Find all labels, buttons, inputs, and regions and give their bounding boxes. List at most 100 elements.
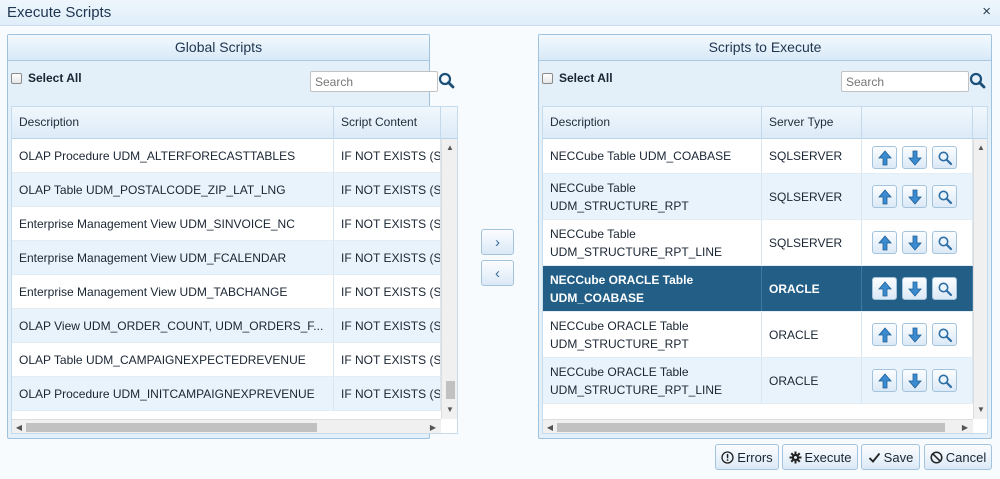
row-server-type: SQLSERVER [762, 174, 862, 219]
row-description: OLAP View UDM_ORDER_COUNT, UDM_ORDERS_F.… [12, 309, 334, 342]
scroll-up-icon[interactable]: ▲ [975, 143, 987, 152]
scroll-thumb[interactable] [26, 423, 317, 432]
scroll-down-icon[interactable]: ▼ [444, 405, 456, 414]
global-horizontal-scrollbar[interactable]: ◀ ▶ [12, 419, 441, 433]
execute-horizontal-scrollbar[interactable]: ◀ ▶ [543, 419, 973, 433]
view-script-button[interactable] [932, 277, 957, 300]
move-up-button[interactable] [872, 146, 897, 169]
table-row[interactable]: Enterprise Management View UDM_TABCHANGE… [12, 275, 441, 309]
row-script-content: IF NOT EXISTS (S [334, 207, 441, 240]
arrow-up-icon [877, 188, 892, 204]
execute-select-all[interactable]: Select All [542, 71, 613, 85]
magnifier-icon [938, 190, 952, 204]
row-server-type: ORACLE [762, 358, 862, 403]
move-down-button[interactable] [902, 146, 927, 169]
view-script-button[interactable] [932, 323, 957, 346]
cancel-button[interactable]: Cancel [924, 444, 992, 470]
arrow-down-icon [907, 327, 922, 343]
table-row[interactable]: NECCube Table UDM_STRUCTURE_RPT SQLSERVE… [543, 174, 973, 220]
table-row[interactable]: OLAP Procedure UDM_ALTERFORECASTTABLES I… [12, 139, 441, 173]
table-row[interactable]: OLAP Procedure UDM_INITCAMPAIGNEXPREVENU… [12, 377, 441, 411]
move-down-button[interactable] [902, 323, 927, 346]
view-script-button[interactable] [932, 146, 957, 169]
row-script-content: IF NOT EXISTS (S [334, 275, 441, 308]
column-header-actions [862, 107, 973, 139]
view-script-button[interactable] [932, 185, 957, 208]
scroll-down-icon[interactable]: ▼ [975, 405, 987, 414]
table-row-selected[interactable]: NECCube ORACLE Table UDM_COABASE ORACLE [543, 266, 973, 312]
move-up-button[interactable] [872, 323, 897, 346]
row-server-type: ORACLE [762, 312, 862, 357]
execute-label: Execute [804, 449, 852, 465]
cancel-label: Cancel [945, 449, 987, 465]
column-header-description[interactable]: Description [543, 107, 762, 139]
arrow-down-icon [907, 235, 922, 251]
scroll-right-icon[interactable]: ▶ [959, 423, 971, 432]
table-row[interactable]: NECCube Table UDM_COABASE SQLSERVER [543, 139, 973, 174]
save-button[interactable]: Save [861, 444, 920, 470]
execute-vertical-scrollbar[interactable]: ▲ ▼ [973, 139, 987, 419]
move-down-button[interactable] [902, 369, 927, 392]
chevron-right-icon: › [495, 233, 500, 251]
column-header-server-type[interactable]: Server Type [762, 107, 862, 139]
row-description-line1: NECCube ORACLE Table [550, 364, 689, 379]
errors-button[interactable]: Errors [715, 444, 779, 470]
scroll-left-icon[interactable]: ◀ [544, 423, 556, 432]
scroll-thumb[interactable] [446, 381, 455, 399]
global-select-all[interactable]: Select All [11, 71, 82, 85]
global-select-all-checkbox[interactable] [11, 72, 22, 84]
execute-toolbar: Select All [539, 62, 991, 102]
magnifier-icon [938, 236, 952, 250]
row-actions [862, 174, 973, 219]
checkmark-icon [868, 451, 881, 464]
execute-select-all-checkbox[interactable] [542, 72, 553, 84]
move-down-button[interactable] [902, 231, 927, 254]
row-description-line1: NECCube ORACLE Table [550, 318, 689, 333]
close-icon[interactable]: × [982, 3, 991, 20]
add-to-execute-button[interactable]: › [481, 229, 514, 255]
row-script-content: IF NOT EXISTS (S [334, 173, 441, 206]
row-description-line2: UDM_STRUCTURE_RPT [550, 198, 689, 213]
row-script-content: IF NOT EXISTS (S [334, 241, 441, 274]
global-search-input[interactable] [310, 71, 438, 92]
execute-search-input[interactable] [841, 71, 969, 92]
scroll-up-icon[interactable]: ▲ [444, 143, 456, 152]
move-up-button[interactable] [872, 277, 897, 300]
global-vertical-scrollbar[interactable]: ▲ ▼ [441, 139, 457, 419]
arrow-up-icon [877, 372, 892, 388]
gear-icon [789, 451, 802, 464]
table-row[interactable]: NECCube ORACLE Table UDM_STRUCTURE_RPT O… [543, 312, 973, 358]
row-description-line2: UDM_STRUCTURE_RPT_LINE [550, 244, 723, 259]
table-row[interactable]: Enterprise Management View UDM_SINVOICE_… [12, 207, 441, 241]
view-script-button[interactable] [932, 369, 957, 392]
move-down-button[interactable] [902, 185, 927, 208]
cancel-icon [930, 450, 943, 464]
table-row[interactable]: OLAP Table UDM_POSTALCODE_ZIP_LAT_LNG IF… [12, 173, 441, 207]
global-scripts-header: Global Scripts [8, 35, 429, 61]
move-up-button[interactable] [872, 369, 897, 392]
row-description-line1: NECCube Table [550, 226, 636, 241]
table-row[interactable]: OLAP Table UDM_CAMPAIGNEXPECTEDREVENUE I… [12, 343, 441, 377]
scroll-right-icon[interactable]: ▶ [427, 423, 439, 432]
errors-label: Errors [737, 449, 773, 465]
column-header-script-content[interactable]: Script Content [334, 107, 441, 139]
table-row[interactable]: NECCube ORACLE Table UDM_STRUCTURE_RPT_L… [543, 358, 973, 404]
search-icon[interactable] [436, 70, 458, 92]
magnifier-icon [938, 328, 952, 342]
table-row[interactable]: OLAP View UDM_ORDER_COUNT, UDM_ORDERS_F.… [12, 309, 441, 343]
search-icon[interactable] [967, 70, 989, 92]
table-row[interactable]: NECCube Table UDM_STRUCTURE_RPT_LINE SQL… [543, 220, 973, 266]
scroll-left-icon[interactable]: ◀ [13, 423, 25, 432]
move-up-button[interactable] [872, 185, 897, 208]
move-down-button[interactable] [902, 277, 927, 300]
column-header-description[interactable]: Description [12, 107, 334, 139]
table-row[interactable]: Enterprise Management View UDM_FCALENDAR… [12, 241, 441, 275]
remove-from-execute-button[interactable]: ‹ [481, 260, 514, 286]
row-script-content: IF NOT EXISTS (S [334, 309, 441, 342]
move-up-button[interactable] [872, 231, 897, 254]
dialog-title: Execute Scripts [7, 4, 112, 21]
scroll-thumb[interactable] [557, 423, 945, 432]
magnifier-icon [938, 374, 952, 388]
view-script-button[interactable] [932, 231, 957, 254]
execute-button[interactable]: Execute [782, 444, 858, 470]
